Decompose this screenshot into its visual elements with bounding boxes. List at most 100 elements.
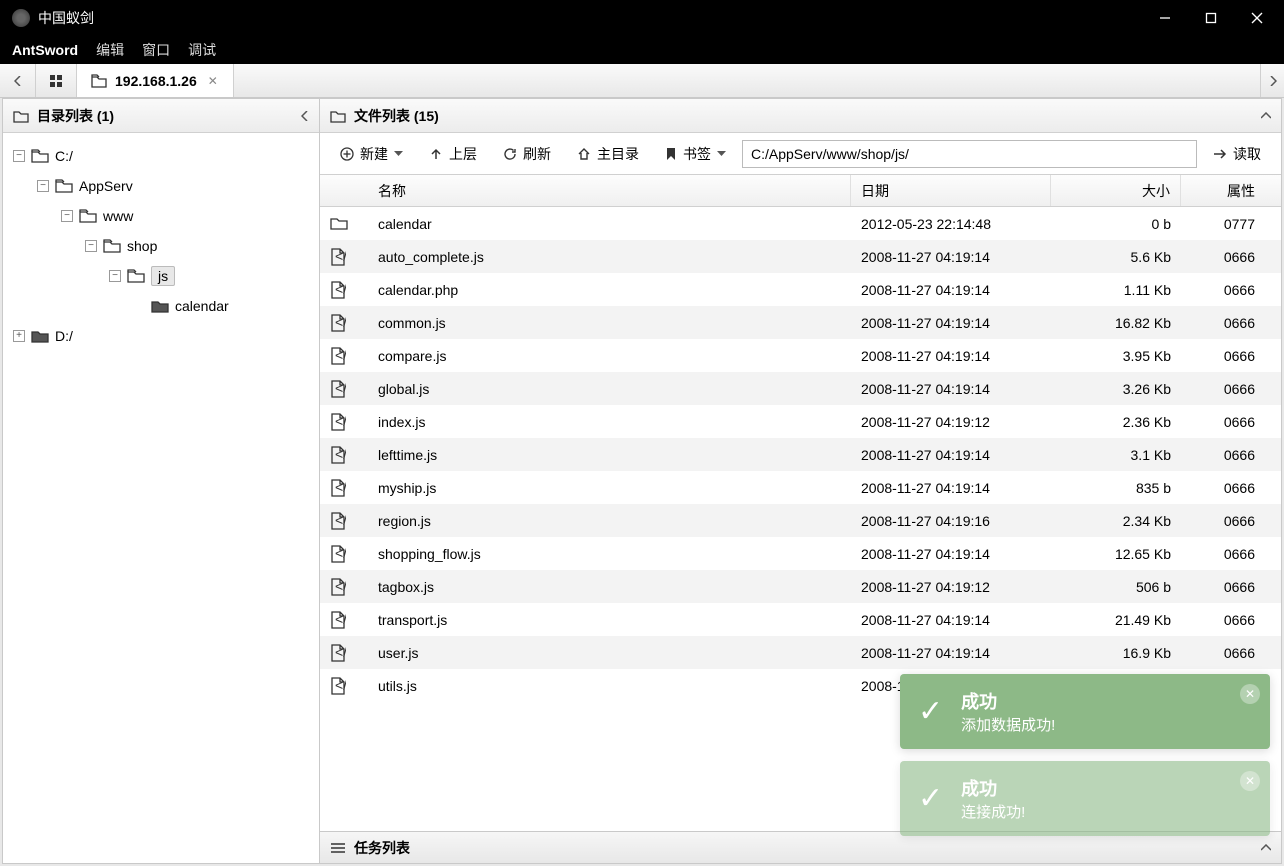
file-size: 12.65 Kb xyxy=(1051,546,1181,562)
collapse-icon[interactable]: − xyxy=(37,180,49,192)
col-name[interactable]: 名称 xyxy=(360,175,851,206)
svg-text:</>: </> xyxy=(335,479,346,495)
file-date: 2012-05-23 22:14:48 xyxy=(851,216,1051,232)
file-date: 2008-11-27 04:19:14 xyxy=(851,249,1051,265)
menu-debug[interactable]: 调试 xyxy=(188,40,216,60)
path-input[interactable] xyxy=(742,140,1197,168)
tree-label: calendar xyxy=(175,298,229,314)
svg-text:</>: </> xyxy=(335,413,346,429)
arrow-up-icon xyxy=(429,147,443,161)
file-row[interactable]: </>region.js2008-11-27 04:19:162.34 Kb06… xyxy=(320,504,1281,537)
tree-node[interactable]: −AppServ xyxy=(13,171,309,201)
tab-scroll-left[interactable] xyxy=(0,64,36,97)
read-button[interactable]: 读取 xyxy=(1203,140,1271,168)
tab-close-icon[interactable]: ✕ xyxy=(205,73,221,89)
toast-close-icon[interactable]: ✕ xyxy=(1240,684,1260,704)
file-row[interactable]: </>common.js2008-11-27 04:19:1416.82 Kb0… xyxy=(320,306,1281,339)
tree-node[interactable]: +D:/ xyxy=(13,321,309,351)
menu-antsword[interactable]: AntSword xyxy=(12,42,78,58)
refresh-button[interactable]: 刷新 xyxy=(493,140,561,168)
col-size[interactable]: 大小 xyxy=(1051,175,1181,206)
home-icon xyxy=(577,147,591,161)
tree-node[interactable]: −www xyxy=(13,201,309,231)
file-size: 3.26 Kb xyxy=(1051,381,1181,397)
home-button[interactable]: 主目录 xyxy=(567,140,649,168)
file-row[interactable]: </>index.js2008-11-27 04:19:122.36 Kb066… xyxy=(320,405,1281,438)
file-row[interactable]: </>global.js2008-11-27 04:19:143.26 Kb06… xyxy=(320,372,1281,405)
grid-icon xyxy=(50,75,62,87)
collapse-icon[interactable]: − xyxy=(85,240,97,252)
file-date: 2008-11-27 04:19:14 xyxy=(851,612,1051,628)
folder-icon xyxy=(13,109,29,123)
up-button[interactable]: 上层 xyxy=(419,140,487,168)
col-date[interactable]: 日期 xyxy=(851,175,1051,206)
file-size: 2.34 Kb xyxy=(1051,513,1181,529)
file-date: 2008-11-27 04:19:12 xyxy=(851,414,1051,430)
toast-close-icon[interactable]: ✕ xyxy=(1240,771,1260,791)
collapse-icon[interactable]: − xyxy=(13,150,25,162)
collapse-icon[interactable]: − xyxy=(109,270,121,282)
svg-text:</>: </> xyxy=(335,347,346,363)
tab-dashboard[interactable] xyxy=(36,64,76,97)
plus-circle-icon xyxy=(340,147,354,161)
tree-node[interactable]: −shop xyxy=(13,231,309,261)
directory-title: 目录列表 (1) xyxy=(37,106,114,126)
file-size: 21.49 Kb xyxy=(1051,612,1181,628)
collapse-icon[interactable]: − xyxy=(61,210,73,222)
file-name: lefttime.js xyxy=(360,447,851,463)
svg-text:</>: </> xyxy=(335,545,346,561)
file-row[interactable]: </>compare.js2008-11-27 04:19:143.95 Kb0… xyxy=(320,339,1281,372)
file-row[interactable]: </>lefttime.js2008-11-27 04:19:143.1 Kb0… xyxy=(320,438,1281,471)
file-row[interactable]: calendar2012-05-23 22:14:480 b0777 xyxy=(320,207,1281,240)
collapse-up-icon[interactable] xyxy=(1261,112,1271,120)
tree-node[interactable]: calendar xyxy=(13,291,309,321)
file-date: 2008-11-27 04:19:14 xyxy=(851,282,1051,298)
file-icon: </> xyxy=(320,314,360,332)
tabbar: 192.168.1.26 ✕ xyxy=(0,64,1284,98)
minimize-button[interactable] xyxy=(1142,0,1188,36)
file-icon: </> xyxy=(320,512,360,530)
file-row[interactable]: </>shopping_flow.js2008-11-27 04:19:1412… xyxy=(320,537,1281,570)
file-name: shopping_flow.js xyxy=(360,546,851,562)
file-attr: 0666 xyxy=(1181,282,1281,298)
file-attr: 0666 xyxy=(1181,447,1281,463)
file-row[interactable]: </>tagbox.js2008-11-27 04:19:12506 b0666 xyxy=(320,570,1281,603)
folder-icon xyxy=(91,74,107,88)
file-icon: </> xyxy=(320,611,360,629)
caret-down-icon xyxy=(717,151,726,157)
file-attr: 0777 xyxy=(1181,216,1281,232)
bookmark-button[interactable]: 书签 xyxy=(655,140,736,168)
file-size: 1.11 Kb xyxy=(1051,282,1181,298)
file-attr: 0666 xyxy=(1181,249,1281,265)
file-row[interactable]: </>user.js2008-11-27 04:19:1416.9 Kb0666 xyxy=(320,636,1281,669)
file-row[interactable]: </>myship.js2008-11-27 04:19:14835 b0666 xyxy=(320,471,1281,504)
file-date: 2008-11-27 04:19:14 xyxy=(851,381,1051,397)
tree-node[interactable]: −js xyxy=(13,261,309,291)
svg-text:</>: </> xyxy=(335,380,346,396)
file-row[interactable]: </>transport.js2008-11-27 04:19:1421.49 … xyxy=(320,603,1281,636)
maximize-button[interactable] xyxy=(1188,0,1234,36)
col-attr[interactable]: 属性 xyxy=(1181,175,1281,206)
file-row[interactable]: </>calendar.php2008-11-27 04:19:141.11 K… xyxy=(320,273,1281,306)
tree-node[interactable]: − C:/ xyxy=(13,141,309,171)
tab-host[interactable]: 192.168.1.26 ✕ xyxy=(77,64,234,97)
close-button[interactable] xyxy=(1234,0,1280,36)
folder-icon xyxy=(320,216,360,231)
tree-label: C:/ xyxy=(55,148,73,164)
tab-scroll-right[interactable] xyxy=(1260,64,1284,97)
collapse-left-icon[interactable] xyxy=(301,111,309,121)
toast-success: ✓成功连接成功!✕ xyxy=(900,761,1270,836)
menu-window[interactable]: 窗口 xyxy=(142,40,170,60)
new-button[interactable]: 新建 xyxy=(330,140,413,168)
taskbar-title: 任务列表 xyxy=(354,838,410,858)
svg-text:</>: </> xyxy=(335,446,346,462)
expand-icon[interactable]: + xyxy=(13,330,25,342)
svg-text:</>: </> xyxy=(335,314,346,330)
menu-edit[interactable]: 编辑 xyxy=(96,40,124,60)
file-name: transport.js xyxy=(360,612,851,628)
expand-taskbar-icon[interactable] xyxy=(1261,844,1271,852)
check-icon: ✓ xyxy=(918,694,943,729)
file-name: user.js xyxy=(360,645,851,661)
file-row[interactable]: </>auto_complete.js2008-11-27 04:19:145.… xyxy=(320,240,1281,273)
file-attr: 0666 xyxy=(1181,348,1281,364)
